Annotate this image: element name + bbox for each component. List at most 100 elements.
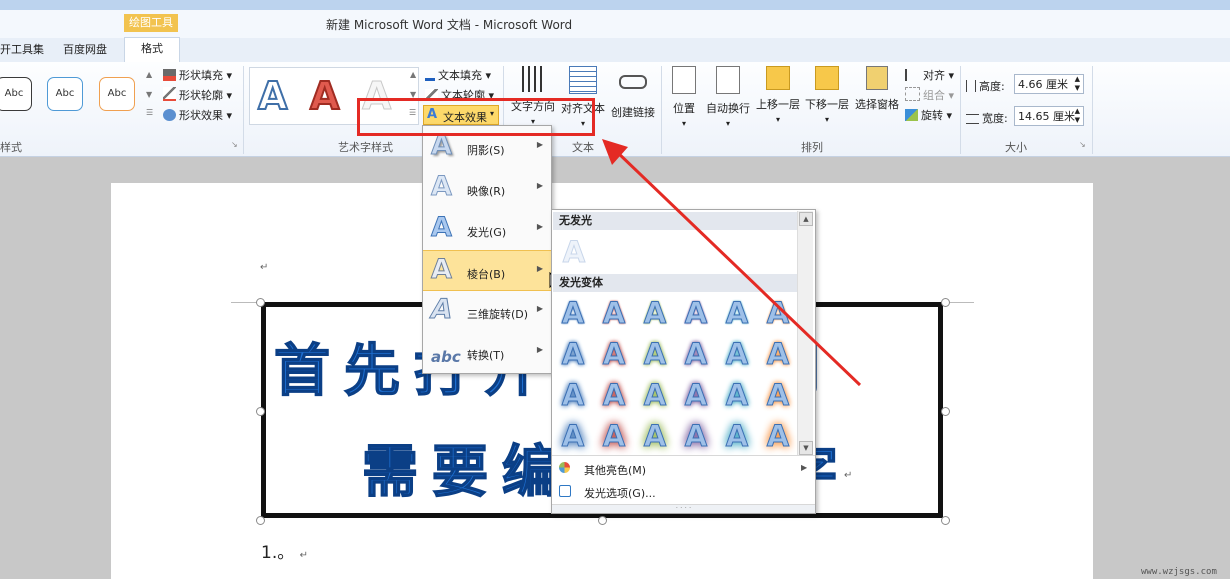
selection-pane-icon [866,66,888,90]
gallery-scroll-up-icon[interactable]: ▲ [146,70,152,79]
no-glow-option[interactable]: A [555,233,593,271]
position-button[interactable]: 位置 ▾ [668,66,700,129]
height-label: 高度: [966,78,1005,94]
glow-variation-cell[interactable]: A [636,417,674,455]
submenu-arrow-icon: ▶ [536,222,543,231]
send-backward-icon [815,66,839,90]
resize-handle-left[interactable] [256,407,265,416]
list-line: 1.。 ↵ [261,538,308,563]
list-line-text: 1.。 [261,543,295,563]
resize-handle-bottom[interactable] [598,516,607,525]
gallery-more-icon[interactable]: ☰ [146,108,153,117]
spinner-arrows-icon[interactable]: ▲ ▼ [1075,75,1080,93]
selection-pane-button[interactable]: 选择窗格 [853,66,901,112]
text-fill-label: 文本填充 [438,69,482,82]
bring-forward-button[interactable]: 上移一层 ▾ [754,66,802,125]
submenu-arrow-icon: ▶ [536,181,543,190]
transform-abc-icon: abc [431,348,461,366]
group-separator [243,66,244,154]
menu-item-bevel[interactable]: A 棱台(B) ▶ [423,250,551,291]
glow-variation-cell[interactable]: A [554,294,592,332]
glow-options-item[interactable]: 发光选项(G)... [553,481,813,503]
resize-handle-bottom-right[interactable] [941,516,950,525]
wrap-text-icon [716,66,740,94]
menu-item-glow[interactable]: A 发光(G) ▶ [423,209,551,250]
glow-variation-cell[interactable]: A [554,376,592,414]
scroll-down-arrow-icon[interactable]: ▼ [799,441,813,455]
width-label: 宽度: [966,110,1008,126]
width-label-text: 宽度: [982,112,1008,125]
menu-item-reflection[interactable]: A 映像(R) ▶ [423,168,551,209]
menu-item-bevel-label: 棱台(B) [467,268,506,281]
group-objects-icon [905,87,920,101]
selection-pane-label: 选择窗格 [855,98,899,111]
shape-style-sample-dark[interactable]: Abc [0,77,32,111]
tab-baidu-netdisk[interactable]: 百度网盘 [63,41,107,57]
shape-effects-icon [163,109,176,121]
glow-variation-cell[interactable]: A [595,417,633,455]
glow-variation-cell[interactable]: A [554,417,592,455]
glow-options-label: 发光选项(G)... [584,487,656,500]
glow-variation-cell[interactable]: A [759,417,797,455]
align-objects-icon [905,69,920,81]
tab-tools-set[interactable]: 开工具集 [0,41,44,57]
panel-divider [552,455,815,456]
position-icon [672,66,696,94]
resize-handle-right[interactable] [941,407,950,416]
text-direction-icon [522,66,544,92]
send-backward-button[interactable]: 下移一层 ▾ [803,66,851,125]
width-value: 14.65 厘米 [1018,110,1075,123]
rotate-icon [905,109,918,121]
text-effects-menu: A 阴影(S) ▶ A 映像(R) ▶ A 发光(G) ▶ A 棱台(B) ▶ … [422,125,552,374]
height-icon [966,80,976,92]
submenu-arrow-icon: ▶ [801,463,808,472]
rotate-label: 旋转 [921,109,943,122]
tab-format[interactable]: 格式 [124,37,180,63]
group-button[interactable]: 组合 ▾ [905,87,954,103]
glow-options-icon [559,485,571,497]
paint-bucket-icon [163,69,176,81]
rotate-button[interactable]: 旋转 ▾ [905,107,952,123]
shape-styles-launcher-icon[interactable]: ↘ [231,140,238,149]
resize-handle-top-left[interactable] [256,298,265,307]
more-glow-colors-item[interactable]: 其他亮色(M) ▶ [553,458,813,480]
menu-item-transform[interactable]: abc 转换(T) ▶ [423,332,551,373]
shape-effects-label: 形状效果 [179,109,223,122]
shape-outline-button[interactable]: 形状轮廓 ▾ [163,87,232,103]
paragraph-mark: ↵ [299,550,309,561]
menu-item-3d-rotation-label: 三维旋转(D) [467,308,529,321]
text-fill-button[interactable]: 文本填充 ▾ [425,67,491,83]
glow-variation-cell[interactable]: A [554,335,592,373]
glow-a-icon: A [431,212,453,243]
wordart-sample-red[interactable]: A [309,75,340,117]
size-launcher-icon[interactable]: ↘ [1079,140,1086,149]
position-label: 位置 [673,102,695,115]
shape-effects-button[interactable]: 形状效果 ▾ [163,107,232,123]
window-top-strip [0,0,1230,10]
shape-fill-button[interactable]: 形状填充 ▾ [163,67,232,83]
height-spinner[interactable]: 4.66 厘米 ▲ ▼ [1014,74,1084,94]
width-spinner[interactable]: 14.65 厘米 ▲ ▼ [1014,106,1084,126]
wrap-text-button[interactable]: 自动换行 ▾ [703,66,753,129]
wordart-scroll-up-icon[interactable]: ▲ [410,70,416,79]
create-link-button[interactable]: 创建链接 [608,66,658,120]
shape-style-sample-orange[interactable]: Abc [99,77,135,111]
bring-forward-label: 上移一层 [756,98,800,111]
submenu-arrow-icon: ▶ [536,140,543,149]
menu-item-3d-rotation[interactable]: A 三维旋转(D) ▶ [423,291,551,332]
gallery-scroll-down-icon[interactable]: ▼ [146,90,152,99]
menu-item-transform-label: 转换(T) [467,349,505,362]
panel-resize-grip[interactable]: · · · · [552,504,815,513]
spinner-arrows-icon[interactable]: ▲ ▼ [1075,107,1080,125]
bevel-a-icon: A [431,254,453,285]
align-button[interactable]: 对齐 ▾ [905,67,954,83]
resize-handle-top-right[interactable] [941,298,950,307]
shape-style-sample-blue[interactable]: Abc [47,77,83,111]
wordart-sample-outline-blue[interactable]: A [257,75,288,117]
resize-handle-bottom-left[interactable] [256,516,265,525]
annotation-highlight-box [357,98,595,136]
window-title: 新建 Microsoft Word 文档 - Microsoft Word [326,18,573,32]
glow-variation-cell[interactable]: A [677,417,715,455]
submenu-arrow-icon: ▶ [536,264,543,273]
glow-variation-cell[interactable]: A [718,417,756,455]
